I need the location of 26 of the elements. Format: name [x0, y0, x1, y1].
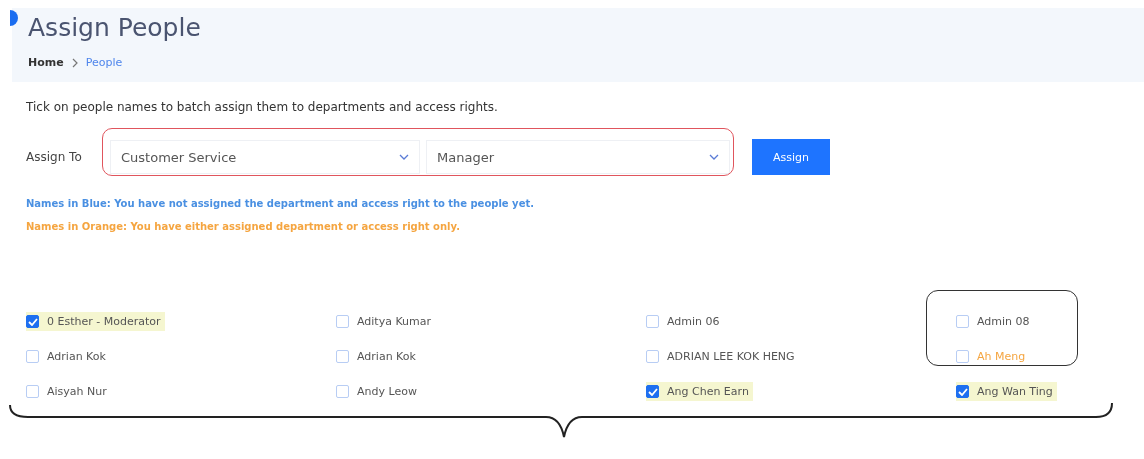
assign-label: Assign To — [26, 150, 83, 164]
person-checkbox[interactable]: ADRIAN LEE KOK HENG — [646, 347, 799, 366]
person-checkbox[interactable]: Admin 08 — [956, 312, 1034, 331]
person-checkbox[interactable]: Ang Chen Earn — [646, 382, 753, 401]
chevron-down-icon — [399, 154, 409, 160]
instruction-text: Tick on people names to batch assign them to departments and access rights. — [26, 100, 499, 114]
breadcrumb-link[interactable]: Home — [28, 56, 64, 69]
department-select[interactable]: Customer Service — [110, 140, 420, 174]
legend-text: Names in Orange: You have either assigned department or access right only. — [26, 221, 461, 232]
person-checkbox[interactable]: Aisyah Nur — [26, 382, 111, 401]
person-checkbox[interactable]: 0 Esther - Moderator — [26, 312, 165, 331]
chevron-icon — [71, 57, 78, 68]
access-right-select[interactable]: Manager — [426, 140, 730, 174]
person-checkbox[interactable]: Aditya Kumar — [336, 312, 436, 331]
person-checkbox[interactable]: Adrian Kok — [26, 347, 110, 366]
checkmark-icon — [957, 387, 968, 396]
checkmark-icon — [27, 317, 38, 326]
person-checkbox[interactable]: Andy Leow — [336, 382, 421, 401]
assign-button[interactable]: Assign — [752, 139, 830, 175]
chevron-down-icon — [709, 154, 719, 160]
person-checkbox[interactable]: Ang Wan Ting — [956, 382, 1057, 401]
legend-text: Names in Blue: You have not assigned the department and access right to the people yet. — [26, 198, 535, 209]
person-checkbox[interactable]: Admin 06 — [646, 312, 724, 331]
checkmark-icon — [647, 387, 658, 396]
page-title: Assign People — [28, 12, 202, 44]
person-checkbox[interactable]: Adrian Kok — [336, 347, 420, 366]
